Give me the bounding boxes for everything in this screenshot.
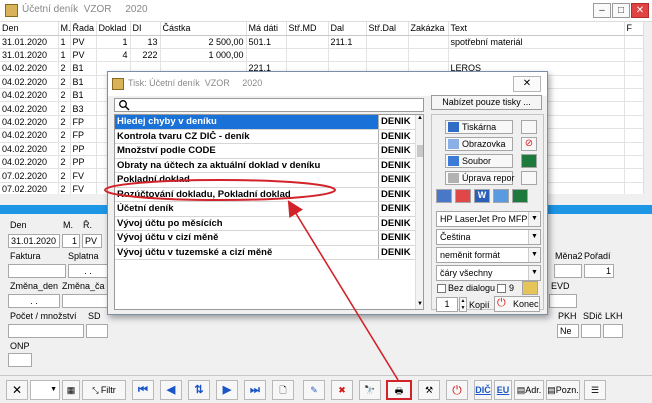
annotation-arrow [287, 200, 399, 381]
highlight-ellipse [104, 179, 336, 201]
annotation-overlay [104, 179, 399, 381]
